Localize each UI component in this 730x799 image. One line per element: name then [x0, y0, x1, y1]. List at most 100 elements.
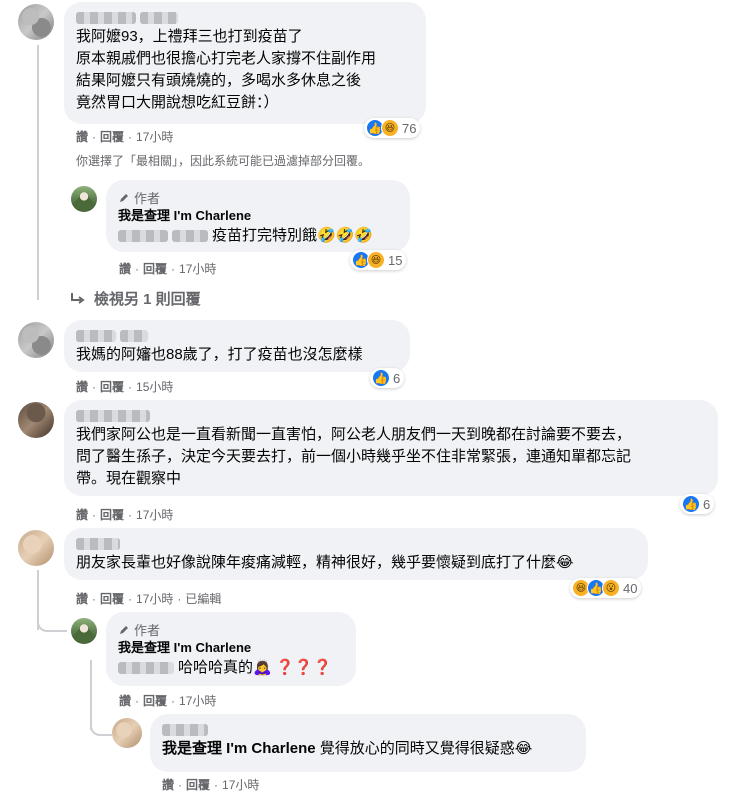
comment-text: 我媽的阿嬸也88歲了，打了疫苗也沒怎麼樣 [76, 346, 363, 363]
haha-icon: 😆 [367, 251, 385, 269]
reply-button[interactable]: 回覆 [143, 260, 167, 277]
reply-text-content: 覺得放心的同時又覺得很疑惑😂 [319, 740, 533, 757]
wow-icon: 😮 [602, 579, 620, 597]
like-button[interactable]: 讚 [119, 692, 131, 709]
comment-line: 原本親戚們也很擔心打完老人家撐不住副作用 [76, 50, 377, 67]
author-reply-bubble: 作者 我是查理 I'm Charlene 哈哈哈真的🙇‍♀️ ❓❓❓ [106, 612, 356, 686]
reaction-count: 6 [393, 370, 401, 386]
reply-button[interactable]: 回覆 [100, 506, 124, 523]
comment-bubble: 我媽的阿嬸也88歲了，打了疫苗也沒怎麼樣 [64, 320, 410, 372]
reply-button[interactable]: 回覆 [100, 590, 124, 607]
reaction-summary[interactable]: 👍 6 [370, 368, 405, 388]
like-button[interactable]: 讚 [76, 590, 88, 607]
like-button[interactable]: 讚 [76, 506, 88, 523]
comment-author[interactable] [76, 328, 398, 344]
like-button[interactable]: 讚 [162, 776, 174, 793]
avatar[interactable] [18, 530, 54, 566]
separator: · [214, 777, 219, 792]
author-name[interactable]: 我是查理 I'm Charlene [118, 207, 398, 225]
reply-text: 疫苗打完特別餓🤣🤣🤣 [118, 225, 398, 247]
separator: · [171, 261, 176, 276]
avatar[interactable] [18, 4, 54, 40]
mention-link[interactable]: 我是查理 I'm Charlene [162, 740, 316, 757]
reply-text-content: 哈哈哈真的🙇‍♀️ [178, 659, 272, 676]
timestamp[interactable]: 17小時 [136, 128, 173, 145]
reaction-summary[interactable]: 👍 😆 76 [364, 118, 421, 138]
author-avatar[interactable] [71, 186, 97, 212]
separator: · [92, 507, 97, 522]
timestamp[interactable]: 17小時 [179, 692, 216, 709]
separator: · [128, 129, 133, 144]
comment-bubble: 我是查理 I'm Charlene 覺得放心的同時又覺得很疑惑😂 [150, 714, 586, 772]
separator: · [128, 507, 133, 522]
reaction-summary[interactable]: 😆 👍 😮 40 [570, 578, 642, 598]
author-avatar[interactable] [71, 618, 97, 644]
reply-button[interactable]: 回覆 [100, 128, 124, 145]
comment-actions: 讚 · 回覆 · 17小時 [76, 506, 173, 523]
reply-button[interactable]: 回覆 [143, 692, 167, 709]
separator: · [135, 693, 140, 708]
separator: · [128, 379, 133, 394]
timestamp[interactable]: 17小時 [222, 776, 259, 793]
view-more-replies[interactable]: 檢視另 1 則回覆 [70, 288, 201, 309]
separator: · [92, 129, 97, 144]
blurred-name [162, 724, 208, 736]
comment-author[interactable] [76, 10, 414, 26]
like-icon: 👍 [372, 369, 390, 387]
comment-actions: 讚 · 回覆 · 17小時 [76, 128, 173, 145]
author-reply-bubble: 作者 我是查理 I'm Charlene 疫苗打完特別餓🤣🤣🤣 [106, 180, 410, 252]
edited-label[interactable]: 已編輯 [185, 590, 221, 607]
timestamp[interactable]: 17小時 [136, 506, 173, 523]
blurred-name [76, 410, 150, 422]
author-badge-label: 作者 [134, 191, 161, 206]
reply-text: 哈哈哈真的🙇‍♀️ ❓❓❓ [118, 657, 344, 679]
thread-line [37, 45, 39, 300]
like-icon: 👍 [682, 495, 700, 513]
like-button[interactable]: 讚 [76, 128, 88, 145]
reaction-count: 76 [402, 120, 417, 136]
reply-actions: 讚 · 回覆 · 17小時 [119, 260, 216, 277]
filter-note: 你選擇了「最相關」，因此系統可能已過濾掉部分回覆。 [76, 154, 371, 168]
reply-button[interactable]: 回覆 [100, 378, 124, 395]
reaction-count: 15 [388, 252, 403, 268]
reply-actions: 讚 · 回覆 · 17小時 [119, 692, 216, 709]
like-button[interactable]: 讚 [76, 378, 88, 395]
reply-arrow-icon [71, 292, 85, 304]
comment-bubble: 朋友家長輩也好像說陳年痠痛減輕，精神很好，幾乎要懷疑到底打了什麼😂 [64, 528, 648, 580]
comment-author[interactable] [76, 536, 636, 552]
blurred-mention[interactable] [118, 230, 168, 242]
comment-text: 朋友家長輩也好像說陳年痠痛減輕，精神很好，幾乎要懷疑到底打了什麼😂 [76, 554, 574, 571]
reaction-count: 40 [623, 580, 638, 596]
blurred-name [76, 330, 116, 342]
blurred-name [76, 12, 136, 24]
comment-bubble: 我們家阿公也是一直看新聞一直害怕，阿公老人朋友們一天到晚都在討論要不要去， 問了… [64, 400, 718, 496]
avatar[interactable] [18, 402, 54, 438]
reaction-summary[interactable]: 👍 6 [680, 494, 715, 514]
separator: · [135, 261, 140, 276]
reply-button[interactable]: 回覆 [186, 776, 210, 793]
timestamp[interactable]: 17小時 [136, 590, 173, 607]
avatar[interactable] [18, 322, 54, 358]
comment-line: 問了醫生孫子，決定今天要去打，前一個小時幾乎坐不住非常緊張，連通知單都忘記 [76, 448, 632, 465]
comment-text: 我是查理 I'm Charlene 覺得放心的同時又覺得很疑惑😂 [162, 738, 574, 760]
blurred-mention[interactable] [172, 230, 208, 242]
reaction-summary[interactable]: 👍 😆 15 [350, 250, 407, 270]
haha-icon: 😆 [381, 119, 399, 137]
timestamp[interactable]: 15小時 [136, 378, 173, 395]
comment-text: 我們家阿公也是一直看新聞一直害怕，阿公老人朋友們一天到晚都在討論要不要去， 問了… [76, 424, 706, 490]
author-badge: 作者 [118, 188, 398, 207]
blurred-name [76, 538, 120, 550]
blurred-name [120, 330, 148, 342]
comment-author[interactable] [162, 722, 574, 738]
pen-icon [120, 625, 128, 634]
comment-bubble: 我阿嬤93，上禮拜三也打到疫苗了 原本親戚們也很擔心打完老人家撐不住副作用 結果… [64, 2, 426, 124]
author-badge-label: 作者 [134, 623, 161, 638]
comment-actions: 讚 · 回覆 · 17小時 · 已編輯 [76, 590, 221, 607]
comment-line: 帶。現在觀察中 [76, 470, 182, 487]
blurred-mention[interactable] [118, 662, 174, 674]
like-button[interactable]: 讚 [119, 260, 131, 277]
author-name[interactable]: 我是查理 I'm Charlene [118, 639, 344, 657]
avatar[interactable] [112, 718, 142, 748]
comment-author[interactable] [76, 408, 706, 424]
timestamp[interactable]: 17小時 [179, 260, 216, 277]
